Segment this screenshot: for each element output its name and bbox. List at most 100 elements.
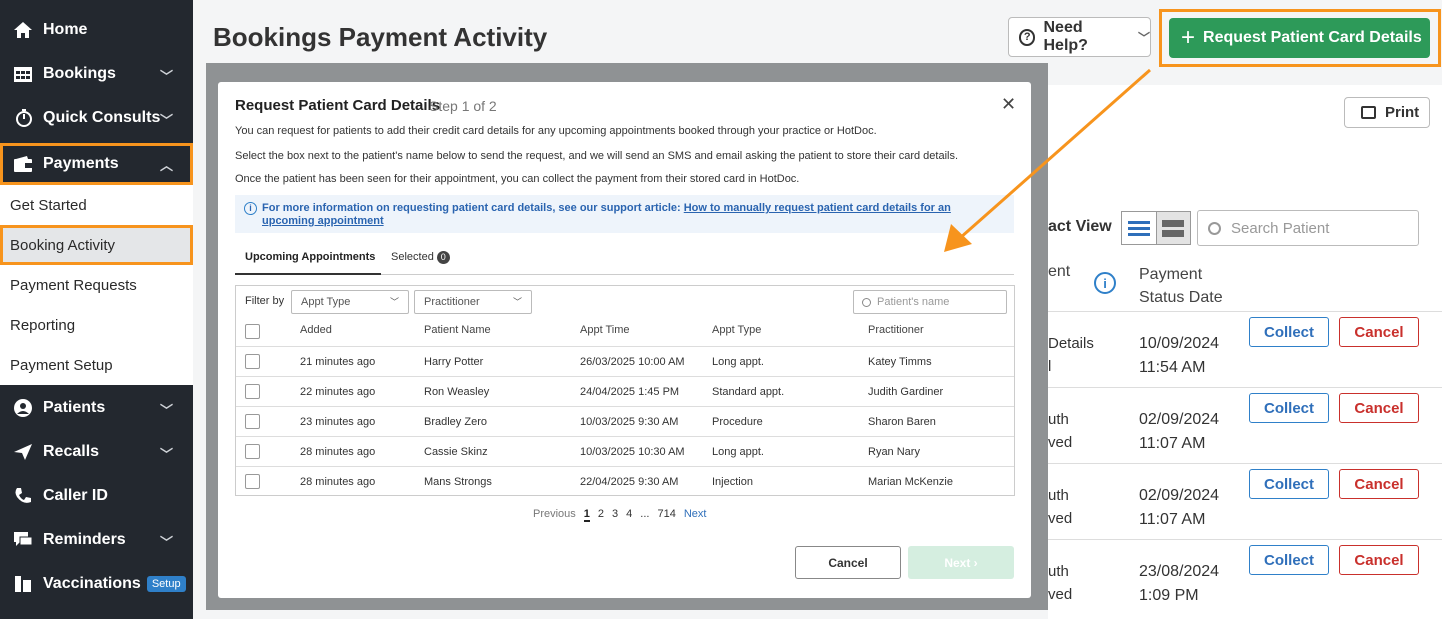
cell-time: 26/03/2025 10:00 AM (580, 356, 685, 368)
pager-page[interactable]: 2 (598, 508, 604, 522)
search-icon (862, 297, 871, 307)
nav-label: Bookings (43, 65, 116, 82)
request-card-details-modal: Request Patient Card Details Step 1 of 2… (218, 82, 1031, 598)
nav-home[interactable]: Home (0, 10, 193, 50)
row-checkbox[interactable] (245, 414, 260, 429)
row-date: 02/09/2024 11:07 AM (1139, 411, 1220, 452)
practitioner-dropdown[interactable]: Practitioner ﹀ (414, 290, 532, 314)
appt-type-dropdown[interactable]: Appt Type ﹀ (291, 290, 409, 314)
send-icon (12, 442, 34, 462)
table-row[interactable]: 28 minutes ago Mans Strongs 22/04/2025 9… (236, 466, 1014, 496)
row-fragment: uth ved (1048, 487, 1073, 527)
sub-payment-requests[interactable]: Payment Requests (0, 265, 193, 305)
pager-next[interactable]: Next (684, 508, 707, 522)
cell-type: Injection (712, 476, 753, 488)
row-date: 02/09/2024 11:07 AM (1139, 487, 1220, 528)
tab-selected[interactable]: Selected 0 (391, 251, 450, 264)
nav-payments[interactable]: Payments ︿ (0, 143, 193, 185)
table-row: uth ved 02/09/2024 11:07 AM Collect Cancel (1048, 387, 1442, 463)
appointments-table: Filter by Appt Type ﹀ Practitioner ﹀ Patie… (235, 285, 1015, 496)
cell-added: 28 minutes ago (300, 446, 376, 458)
collect-button[interactable]: Collect (1249, 469, 1329, 499)
cancel-button[interactable]: Cancel (1339, 469, 1419, 499)
info-callout: i For more information on requesting pat… (235, 195, 1014, 233)
pagination: Previous 1 2 3 4 ... 714 Next (533, 508, 706, 522)
vaccine-icon (12, 574, 34, 594)
col-added: Added (300, 324, 332, 336)
search-patient-input[interactable]: Search Patient (1197, 210, 1419, 246)
pager-page[interactable]: 4 (626, 508, 632, 522)
row-checkbox[interactable] (245, 384, 260, 399)
wallet-icon (12, 154, 34, 174)
close-icon[interactable]: ✕ (1001, 94, 1016, 115)
cell-practitioner: Katey Timms (868, 356, 932, 368)
table-row[interactable]: 28 minutes ago Cassie Skinz 10/03/2025 1… (236, 436, 1014, 466)
row-checkbox[interactable] (245, 474, 260, 489)
nav-bookings[interactable]: Bookings ﹀ (0, 54, 193, 94)
nav-patients[interactable]: Patients ﹀ (0, 388, 193, 428)
row-fragment: Details l (1048, 335, 1094, 375)
collect-button[interactable]: Collect (1249, 317, 1329, 347)
tab-upcoming-appointments[interactable]: Upcoming Appointments (235, 251, 381, 275)
pager-ellipsis: ... (640, 508, 650, 520)
pager-previous[interactable]: Previous (533, 508, 576, 522)
table-row[interactable]: 22 minutes ago Ron Weasley 24/04/2025 1:… (236, 376, 1014, 406)
sub-get-started[interactable]: Get Started (0, 185, 193, 225)
modal-paragraph: Once the patient has been seen for their… (235, 173, 800, 185)
view-toggle[interactable] (1121, 211, 1191, 245)
modal-next-button[interactable]: Next › (908, 546, 1014, 579)
nav-vaccinations[interactable]: Vaccinations Setup (0, 564, 193, 604)
select-all-checkbox[interactable] (245, 324, 260, 339)
page-title: Bookings Payment Activity (213, 22, 548, 52)
row-fragment: uth ved (1048, 563, 1073, 603)
cancel-button[interactable]: Cancel (1339, 393, 1419, 423)
cell-time: 22/04/2025 9:30 AM (580, 476, 679, 488)
nav-caller-id[interactable]: Caller ID (0, 476, 193, 516)
collect-button[interactable]: Collect (1249, 545, 1329, 575)
cell-added: 28 minutes ago (300, 476, 376, 488)
collect-button[interactable]: Collect (1249, 393, 1329, 423)
filter-label: Filter by (245, 295, 285, 307)
patient-name-search-input[interactable]: Patient's name (853, 290, 1007, 314)
modal-paragraph: Select the box next to the patient's nam… (235, 150, 959, 162)
nav-reminders[interactable]: Reminders ﹀ (0, 520, 193, 560)
col-practitioner: Practitioner (868, 324, 924, 336)
pager-page[interactable]: 3 (612, 508, 618, 522)
row-checkbox[interactable] (245, 444, 260, 459)
nav-recalls[interactable]: Recalls ﹀ (0, 432, 193, 472)
cell-practitioner: Marian McKenzie (868, 476, 953, 488)
print-button[interactable]: Print (1344, 97, 1430, 128)
cancel-button[interactable]: Cancel (1339, 545, 1419, 575)
nav-label: Quick Consults (43, 109, 161, 126)
cell-type: Standard appt. (712, 386, 785, 398)
chevron-down-icon: ﹀ (159, 535, 173, 550)
cell-added: 22 minutes ago (300, 386, 376, 398)
pager-page[interactable]: 714 (657, 508, 675, 522)
list-view-icon[interactable] (1122, 212, 1156, 244)
sub-reporting[interactable]: Reporting (0, 305, 193, 345)
chevron-up-icon: ︿ (159, 158, 173, 173)
col-patient-name: Patient Name (424, 324, 491, 336)
table-row[interactable]: 21 minutes ago Harry Potter 26/03/2025 1… (236, 346, 1014, 376)
info-text: For more information on requesting patie… (262, 202, 684, 214)
request-patient-card-details-button[interactable]: + Request Patient Card Details (1169, 18, 1430, 58)
nav-quick-consults[interactable]: Quick Consults ﹀ (0, 98, 193, 138)
sub-booking-activity[interactable]: Booking Activity (0, 225, 193, 265)
info-icon[interactable]: i (1094, 272, 1116, 294)
table-row: uth ved 02/09/2024 11:07 AM Collect Cancel (1048, 463, 1442, 539)
col-status-line1: Payment (1139, 266, 1203, 283)
compact-view-icon[interactable] (1155, 212, 1190, 244)
cancel-button[interactable]: Cancel (1339, 317, 1419, 347)
col-status-line2: Status Date (1139, 289, 1223, 306)
question-icon: ? (1019, 28, 1036, 46)
dropdown-value: Practitioner (424, 296, 480, 308)
row-checkbox[interactable] (245, 354, 260, 369)
col-appt-type: Appt Type (712, 324, 762, 336)
modal-cancel-button[interactable]: Cancel (795, 546, 901, 579)
search-placeholder: Search Patient (1231, 219, 1330, 237)
pager-page[interactable]: 1 (583, 508, 590, 522)
need-help-button[interactable]: ? Need Help? ﹀ (1008, 17, 1151, 57)
table-row[interactable]: 23 minutes ago Bradley Zero 10/03/2025 9… (236, 406, 1014, 436)
chevron-down-icon: ﹀ (512, 297, 522, 307)
sub-payment-setup[interactable]: Payment Setup (0, 345, 193, 385)
